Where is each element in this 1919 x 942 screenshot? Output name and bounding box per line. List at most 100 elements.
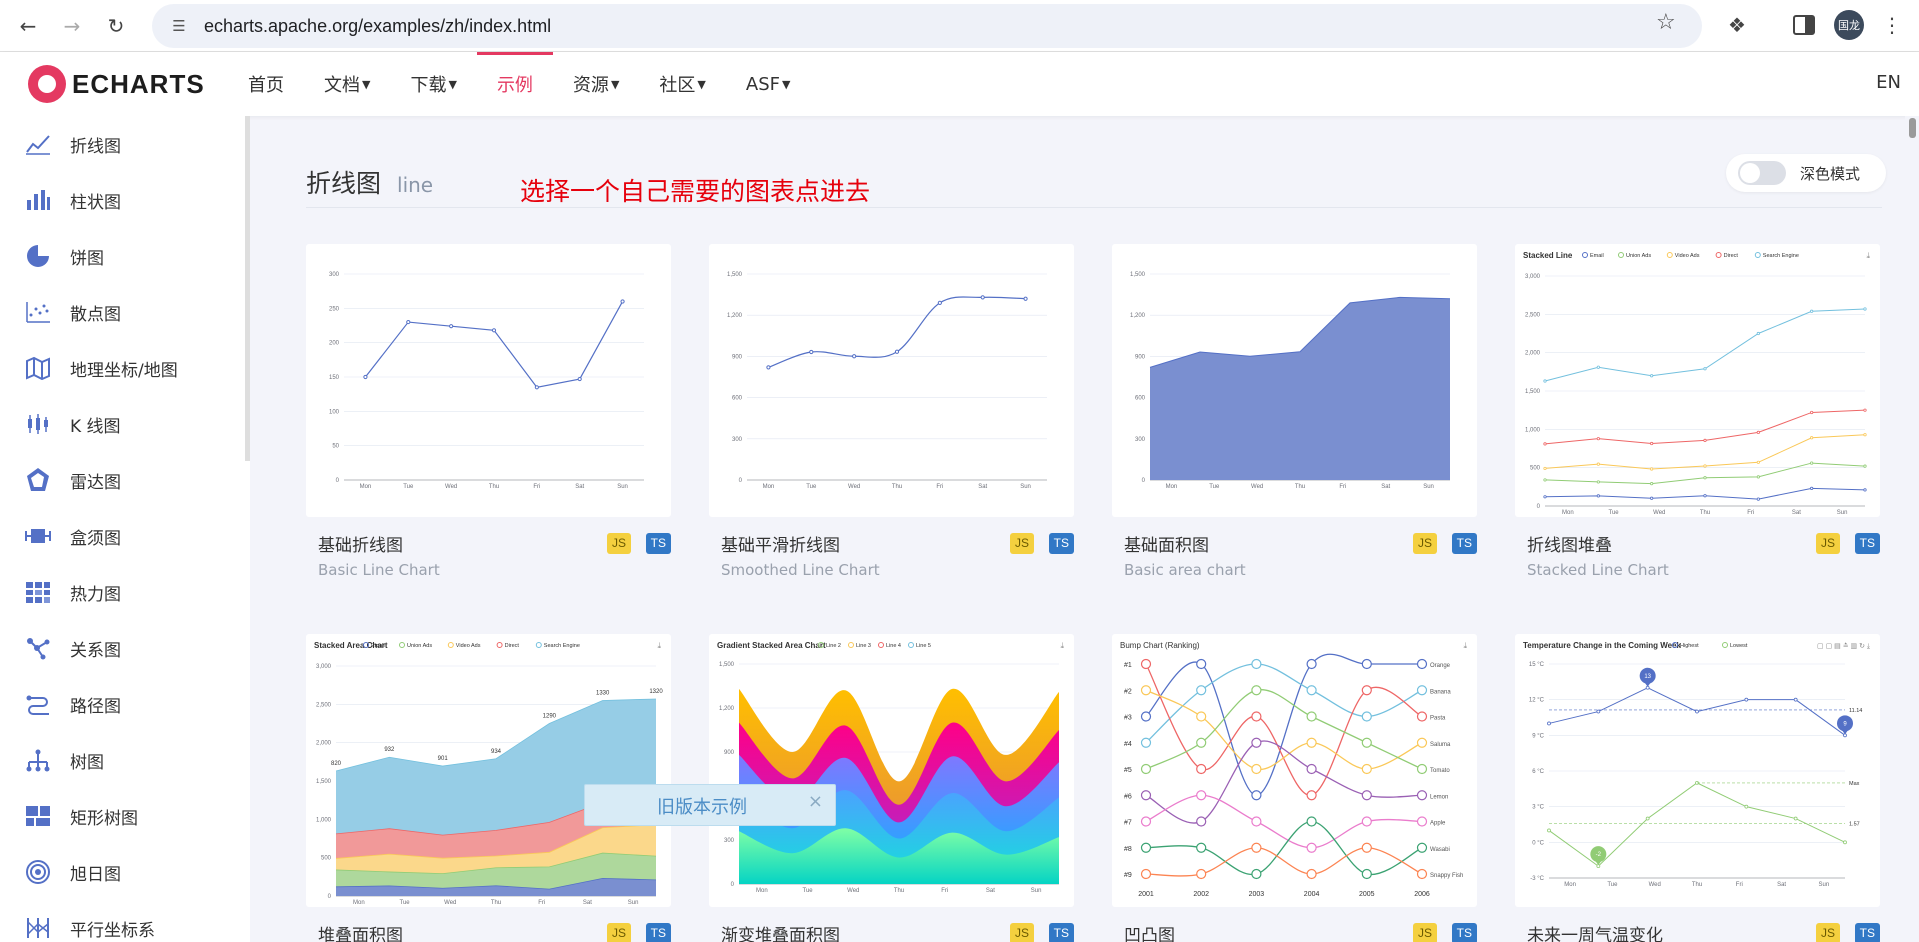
ts-badge[interactable]: TS: [645, 923, 671, 942]
example-card[interactable]: Temperature Change in the Coming Week Hig…: [1515, 634, 1880, 942]
example-card[interactable]: 0 300 600 900 1,200 1,500 Mon Tue Wed Thu Fri Sat Su…: [709, 244, 1074, 587]
nav-asf[interactable]: ASF ▼: [726, 52, 811, 116]
card-title[interactable]: 堆叠面积图: [318, 921, 403, 942]
chart-thumbnail[interactable]: Temperature Change in the Coming Week Hig…: [1515, 634, 1880, 907]
data-point: [1140, 685, 1152, 696]
nav-docs[interactable]: 文档 ▼: [304, 52, 390, 116]
chart-thumbnail[interactable]: 0 50 100 150 200 250 300 Mon Tue Wed Thu Fri Sat Sun: [306, 244, 671, 517]
nav-resources[interactable]: 资源 ▼: [553, 52, 639, 116]
card-title[interactable]: 基础平滑折线图: [721, 531, 840, 556]
chart-thumbnail[interactable]: Stacked Line Email Union Ads Video Ads Direc…: [1515, 244, 1880, 517]
side-panel-icon[interactable]: [1790, 11, 1818, 39]
card-title[interactable]: 未来一周气温变化: [1527, 921, 1663, 942]
profile-avatar[interactable]: 国龙: [1834, 10, 1864, 40]
toast-text[interactable]: 旧版本示例: [657, 793, 747, 819]
js-badge[interactable]: JS: [1815, 923, 1840, 942]
x-tick-label: Sun: [628, 900, 639, 906]
extensions-icon[interactable]: ❖: [1722, 10, 1752, 40]
site-info-icon[interactable]: ☰: [168, 15, 190, 37]
back-icon[interactable]: ←: [12, 10, 44, 42]
rank-label: #2: [1124, 688, 1132, 695]
data-point: [1196, 816, 1207, 827]
sidebar-item[interactable]: 柱状图: [0, 172, 250, 228]
address-bar[interactable]: ☰ echarts.apache.org/examples/zh/index.h…: [152, 4, 1702, 48]
url-text[interactable]: echarts.apache.org/examples/zh/index.htm…: [204, 16, 551, 37]
chart-thumbnail[interactable]: 0 300 600 900 1,200 1,500 Mon Tue Wed Thu Fri Sat Su…: [709, 244, 1074, 517]
section-divider: [306, 207, 1882, 208]
sidebar-item[interactable]: 散点图: [0, 284, 250, 340]
js-badge[interactable]: JS: [1412, 533, 1437, 554]
page-scrollbar-thumb[interactable]: [1909, 118, 1916, 138]
js-badge[interactable]: JS: [606, 923, 631, 942]
y-tick-label: 300: [1135, 437, 1146, 443]
ts-badge[interactable]: TS: [1854, 533, 1880, 554]
ts-badge[interactable]: TS: [1048, 923, 1074, 942]
ts-badge[interactable]: TS: [1854, 923, 1880, 942]
data-point: [1810, 436, 1814, 440]
sidebar-item-label: 折线图: [70, 136, 121, 157]
close-icon[interactable]: ×: [808, 791, 823, 812]
card-title[interactable]: 凹凸图: [1124, 921, 1175, 942]
data-point: [1251, 763, 1262, 775]
echarts-logo[interactable]: ECHARTS: [28, 65, 205, 103]
sidebar-item[interactable]: 热力图: [0, 564, 250, 620]
sidebar-item[interactable]: 盒须图: [0, 508, 250, 564]
card-title[interactable]: 折线图堆叠: [1527, 531, 1612, 556]
example-card[interactable]: 0 50 100 150 200 250 300 Mon Tue Wed Thu Fri Sat Sun 基…: [306, 244, 671, 587]
sidebar-item[interactable]: 旭日图: [0, 844, 250, 900]
sidebar-item[interactable]: 路径图: [0, 676, 250, 732]
js-badge[interactable]: JS: [1815, 533, 1840, 554]
js-badge[interactable]: JS: [1009, 533, 1034, 554]
forward-icon[interactable]: →: [56, 10, 88, 42]
sidebar-item[interactable]: 关系图: [0, 620, 250, 676]
card-title[interactable]: 基础折线图: [318, 531, 403, 556]
sidebar-item[interactable]: 饼图: [0, 228, 250, 284]
example-card[interactable]: Stacked Line Email Union Ads Video Ads Direc…: [1515, 244, 1880, 587]
series-label: Lemon: [1430, 794, 1448, 800]
language-switch[interactable]: EN: [1876, 72, 1901, 93]
card-meta: 基础面积图 Basic area chart JS TS: [1112, 517, 1477, 587]
legend-label: Highest: [1680, 643, 1699, 649]
sidebar-item[interactable]: 平行坐标系: [0, 900, 250, 942]
bookmark-star-icon[interactable]: ☆: [1656, 10, 1676, 35]
sidebar-item[interactable]: 雷达图: [0, 452, 250, 508]
example-card[interactable]: 0 300 600 900 1,200 1,500 Mon Tue Wed Thu Fri Sat Su…: [1112, 244, 1477, 587]
example-card[interactable]: Bump Chart (Ranking) ⤓ #1 #2 #3 #4 #5 #6 #7 #8 #9 2…: [1112, 634, 1477, 942]
chart-thumbnail[interactable]: Bump Chart (Ranking) ⤓ #1 #2 #3 #4 #5 #6 #7 #8 #9 2…: [1112, 634, 1477, 907]
dark-mode-switch[interactable]: [1738, 161, 1786, 185]
js-badge[interactable]: JS: [1009, 923, 1034, 942]
ts-badge[interactable]: TS: [645, 533, 671, 554]
sidebar-item[interactable]: 地理坐标/地图: [0, 340, 250, 396]
sidebar-item[interactable]: K 线图: [0, 396, 250, 452]
js-badge[interactable]: JS: [606, 533, 631, 554]
data-point: [1306, 842, 1317, 853]
chart-thumbnail[interactable]: Stacked Area Chart Email Union Ads Video Ad…: [306, 634, 671, 907]
x-tick-label: Wed: [1649, 882, 1661, 888]
data-point: [1416, 737, 1428, 748]
sidebar-item[interactable]: 树图: [0, 732, 250, 788]
reload-icon[interactable]: ↻: [100, 10, 132, 42]
data-point: [1416, 685, 1428, 696]
chart-thumbnail[interactable]: 0 300 600 900 1,200 1,500 Mon Tue Wed Thu Fri Sat Su…: [1112, 244, 1477, 517]
nav-home[interactable]: 首页: [228, 52, 304, 116]
card-title[interactable]: 渐变堆叠面积图: [721, 921, 840, 942]
sidebar-item[interactable]: 矩形树图: [0, 788, 250, 844]
nav-community[interactable]: 社区 ▼: [639, 52, 725, 116]
ts-badge[interactable]: TS: [1048, 533, 1074, 554]
old-version-toast[interactable]: 旧版本示例 ×: [584, 784, 836, 826]
browser-menu-icon[interactable]: ⋮: [1880, 10, 1904, 40]
x-tick-label: Thu: [491, 900, 501, 906]
ts-badge[interactable]: TS: [1451, 923, 1477, 942]
nav-examples[interactable]: 示例: [476, 52, 553, 116]
legend-label: Line 4: [886, 643, 901, 649]
sidebar-item[interactable]: 折线图: [0, 116, 250, 172]
chart-thumbnail[interactable]: Gradient Stacked Area Chart Line 2 Line 3 L…: [709, 634, 1074, 907]
js-badge[interactable]: JS: [1412, 923, 1437, 942]
dark-mode-toggle[interactable]: 深色模式: [1726, 154, 1886, 192]
data-point: [1196, 790, 1207, 801]
page-scrollbar[interactable]: [1905, 116, 1919, 942]
y-tick-label: 300: [732, 437, 743, 443]
card-title[interactable]: 基础面积图: [1124, 531, 1209, 556]
ts-badge[interactable]: TS: [1451, 533, 1477, 554]
nav-download[interactable]: 下载 ▼: [390, 52, 476, 116]
